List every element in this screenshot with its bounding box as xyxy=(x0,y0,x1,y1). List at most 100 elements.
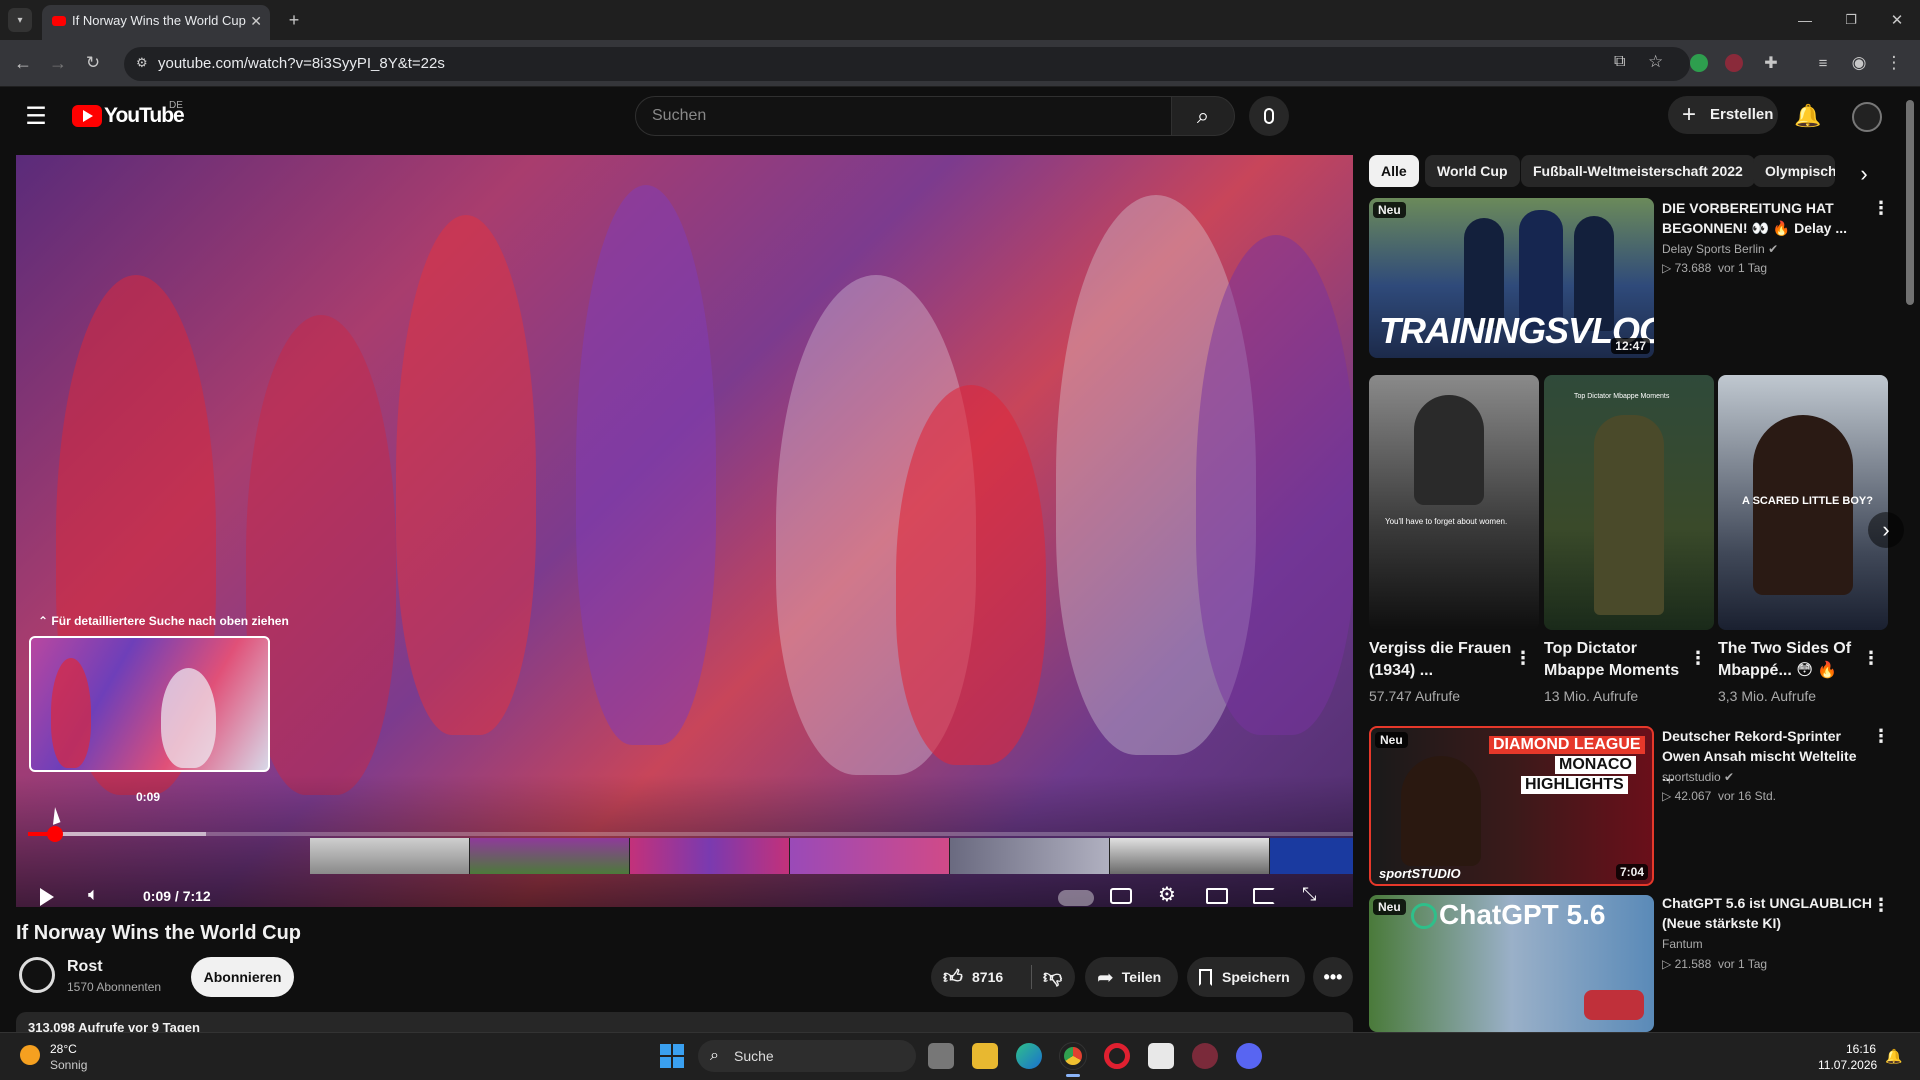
chip-olympics[interactable]: Olympisch xyxy=(1753,155,1835,187)
preview-frame-shape xyxy=(161,668,216,768)
back-icon[interactable]: ← xyxy=(10,50,36,76)
task-view-icon[interactable] xyxy=(928,1043,954,1069)
shorts-next-button[interactable]: › xyxy=(1868,512,1904,548)
windows-start-icon[interactable] xyxy=(660,1044,684,1068)
forward-icon[interactable]: → xyxy=(45,50,71,76)
mute-icon[interactable]: 🔈︎ xyxy=(88,884,99,905)
video-player[interactable] xyxy=(16,155,1353,907)
shorts-title[interactable]: Vergiss die Frauen (1934) ... xyxy=(1369,638,1519,682)
opera-browser-icon[interactable] xyxy=(1104,1043,1130,1069)
extensions-puzzle-icon[interactable]: ✚ xyxy=(1760,52,1782,74)
reload-icon[interactable]: ↻ xyxy=(80,50,106,76)
address-bar[interactable]: ⚙ youtube.com/watch?v=8i3SyyPI_8Y&t=22s … xyxy=(124,47,1690,81)
channel-avatar[interactable] xyxy=(19,957,55,993)
rec-title-line: BEGONNEN! 👀 🔥 Delay ... xyxy=(1662,220,1848,236)
channel-name[interactable]: Rost xyxy=(67,958,103,976)
verified-icon: ✔ xyxy=(1768,242,1779,256)
shorts-views: 3,3 Mio. Aufrufe xyxy=(1718,688,1817,704)
file-explorer-icon[interactable] xyxy=(972,1043,998,1069)
discord-icon[interactable] xyxy=(1236,1043,1262,1069)
page-scrollbar[interactable] xyxy=(1906,90,1914,1030)
chrome-browser-icon[interactable] xyxy=(1059,1042,1087,1070)
clock-time[interactable]: 16:16 xyxy=(1846,1042,1876,1056)
app-icon[interactable] xyxy=(1192,1043,1218,1069)
rec-title-line: ChatGPT 5.6 ist UNGLAUBLICH xyxy=(1662,895,1873,911)
browser-menu-icon[interactable]: ⋮ xyxy=(1884,52,1904,74)
browser-tab-bar: ▾ If Norway Wins the World Cup ✕ + — ❐ ✕ xyxy=(0,0,1920,40)
chip-fifa-2022[interactable]: Fußball-Weltmeisterschaft 2022 xyxy=(1521,155,1755,187)
account-avatar[interactable] xyxy=(1852,102,1882,132)
shorts-title[interactable]: The Two Sides Of Mbappé... 😳 🔥 xyxy=(1718,638,1868,682)
notifications-bell-icon[interactable]: 🔔 xyxy=(1792,100,1824,132)
more-vertical-icon[interactable]: ⋮ xyxy=(1514,648,1532,669)
shorts-thumbnail[interactable]: You'll have to forget about women. xyxy=(1369,375,1539,630)
extension-icon[interactable] xyxy=(1690,54,1708,72)
shorts-title-line: Vergiss die Frauen xyxy=(1369,640,1512,657)
rec-title[interactable]: ChatGPT 5.6 ist UNGLAUBLICH (Neue stärks… xyxy=(1662,893,1872,933)
subtitles-icon[interactable] xyxy=(1110,888,1132,904)
tab-search-button[interactable]: ▾ xyxy=(8,8,32,32)
save-button[interactable]: Speichern xyxy=(1187,957,1305,997)
video-thumbnail[interactable]: TRAININGSVLOG Neu 12:47 xyxy=(1369,198,1654,358)
description-box[interactable]: 313.098 Aufrufe vor 9 Tagen xyxy=(16,1012,1353,1032)
more-actions-button[interactable]: ••• xyxy=(1313,957,1353,997)
media-control-icon[interactable]: ≡ xyxy=(1812,52,1834,74)
more-vertical-icon[interactable]: ⋮ xyxy=(1872,895,1890,916)
install-app-icon[interactable]: ⧉ xyxy=(1614,53,1625,71)
chevron-right-icon[interactable]: › xyxy=(1848,158,1880,190)
shorts-thumbnail[interactable]: Top Dictator Mbappe Moments xyxy=(1544,375,1714,630)
scrollbar-thumb[interactable] xyxy=(1906,100,1914,305)
chip-world-cup[interactable]: World Cup xyxy=(1425,155,1520,187)
capcut-icon[interactable] xyxy=(1148,1043,1174,1069)
seek-hint: ⌃ Für detailliertere Suche nach oben zie… xyxy=(38,614,289,628)
shorts-title[interactable]: Top Dictator Mbappe Moments xyxy=(1544,638,1694,682)
search-button[interactable]: ⌕ xyxy=(1171,96,1235,136)
shorts-thumbnail[interactable]: A SCARED LITTLE BOY? xyxy=(1718,375,1888,630)
browser-tab[interactable]: If Norway Wins the World Cup ✕ xyxy=(42,5,270,40)
video-thumbnail[interactable]: DIAMOND LEAGUE MONACO HIGHLIGHTS sportST… xyxy=(1369,726,1654,886)
thumb-headline: MONACO xyxy=(1555,756,1636,774)
voice-search-button[interactable] xyxy=(1249,96,1289,136)
more-vertical-icon[interactable]: ⋮ xyxy=(1872,198,1890,219)
autoplay-toggle[interactable] xyxy=(1058,890,1094,906)
cast-icon[interactable] xyxy=(1253,888,1275,904)
taskbar-search[interactable]: ⌕ Suche xyxy=(698,1040,916,1072)
shorts-title-line: Mbappé... 😳 🔥 xyxy=(1718,662,1838,679)
close-window-icon[interactable]: ✕ xyxy=(1882,6,1912,34)
notification-icon[interactable]: 🔔 xyxy=(1884,1046,1904,1066)
close-tab-icon[interactable]: ✕ xyxy=(250,5,262,37)
search-input[interactable]: Suchen xyxy=(635,96,1172,136)
verified-icon: ✔ xyxy=(1724,770,1735,784)
progress-bar[interactable] xyxy=(28,826,1353,842)
youtube-favicon-icon xyxy=(52,16,66,26)
subscribe-button[interactable]: Abonnieren xyxy=(191,957,294,997)
rec-title[interactable]: DIE VORBEREITUNG HAT BEGONNEN! 👀 🔥 Delay… xyxy=(1662,198,1862,238)
settings-gear-icon[interactable]: ⚙ xyxy=(1158,882,1176,907)
more-vertical-icon[interactable]: ⋮ xyxy=(1872,726,1890,747)
fullscreen-exit-icon[interactable]: ⤡ xyxy=(1302,884,1316,905)
extension-icon[interactable] xyxy=(1725,54,1743,72)
create-button[interactable]: + Erstellen xyxy=(1668,96,1778,134)
start-pane xyxy=(660,1044,671,1055)
miniplayer-icon[interactable] xyxy=(1206,888,1228,904)
bookmark-star-icon[interactable]: ☆ xyxy=(1648,52,1663,72)
scrubber-handle[interactable] xyxy=(46,826,63,842)
play-icon[interactable] xyxy=(40,888,54,906)
profile-icon[interactable]: ◉ xyxy=(1848,52,1870,74)
hamburger-menu-icon[interactable]: ☰ xyxy=(22,102,50,130)
restore-icon[interactable]: ❐ xyxy=(1836,6,1866,34)
video-thumbnail[interactable]: ChatGPT 5.6 Neu xyxy=(1369,895,1654,1032)
share-button[interactable]: ➦ Teilen xyxy=(1085,957,1178,997)
active-app-indicator xyxy=(1066,1074,1080,1077)
site-info-icon[interactable]: ⚙ xyxy=(136,55,148,71)
new-tab-icon[interactable]: + xyxy=(282,8,306,32)
thumbs-down-icon[interactable]: 👎︎ xyxy=(1043,966,1062,989)
minimize-icon[interactable]: — xyxy=(1790,6,1820,34)
clock-date[interactable]: 11.07.2026 xyxy=(1818,1058,1877,1072)
chip-all[interactable]: Alle xyxy=(1369,155,1419,187)
more-vertical-icon[interactable]: ⋮ xyxy=(1689,648,1707,669)
more-vertical-icon[interactable]: ⋮ xyxy=(1862,648,1880,669)
weather-sun-icon[interactable] xyxy=(20,1045,40,1065)
edge-browser-icon[interactable] xyxy=(1016,1043,1042,1069)
youtube-logo[interactable]: YouTube DE xyxy=(72,100,192,130)
